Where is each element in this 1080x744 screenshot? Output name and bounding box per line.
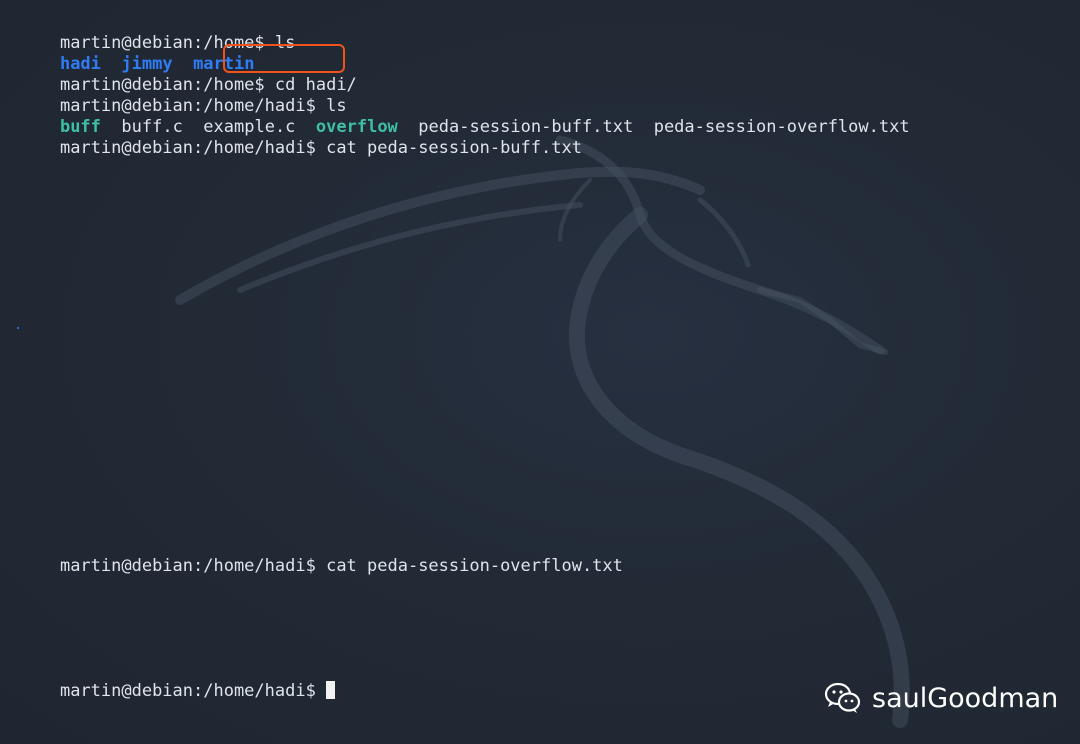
terminal-line: hadi jimmy martin: [19, 31, 255, 74]
prompt: martin@debian:/home/hadi$: [59, 138, 316, 158]
prompt: martin@debian:/home/hadi$: [59, 681, 316, 701]
watermark: saulGoodman: [824, 678, 1058, 718]
terminal-line: buff buff.c example.c overflow peda-sess…: [19, 94, 910, 137]
terminal-line: martin@debian:/home/hadi$ cat peda-sessi…: [19, 115, 582, 158]
terminal-window[interactable]: martin@debian:/home$ ls hadi jimmy marti…: [0, 0, 1080, 744]
command-text: cat peda-session-buff.txt: [326, 138, 582, 158]
file-entry: peda-session-overflow.txt: [653, 117, 910, 137]
annotation-highlight-box: [223, 44, 345, 73]
terminal-input-line[interactable]: martin@debian:/home/hadi$: [19, 658, 335, 701]
text-cursor[interactable]: [325, 681, 335, 699]
command-text: cat peda-session-overflow.txt: [326, 556, 623, 576]
terminal-line: martin@debian:/home$ ls: [19, 10, 295, 53]
terminal-line: martin@debian:/home/hadi$ ls: [19, 73, 347, 116]
wechat-icon: [824, 682, 861, 713]
watermark-text: saulGoodman: [872, 682, 1059, 714]
prompt: martin@debian:/home/hadi$: [59, 556, 316, 576]
pixel-artifact: [17, 327, 19, 329]
terminal-line: martin@debian:/home/hadi$ cat peda-sessi…: [19, 533, 623, 576]
